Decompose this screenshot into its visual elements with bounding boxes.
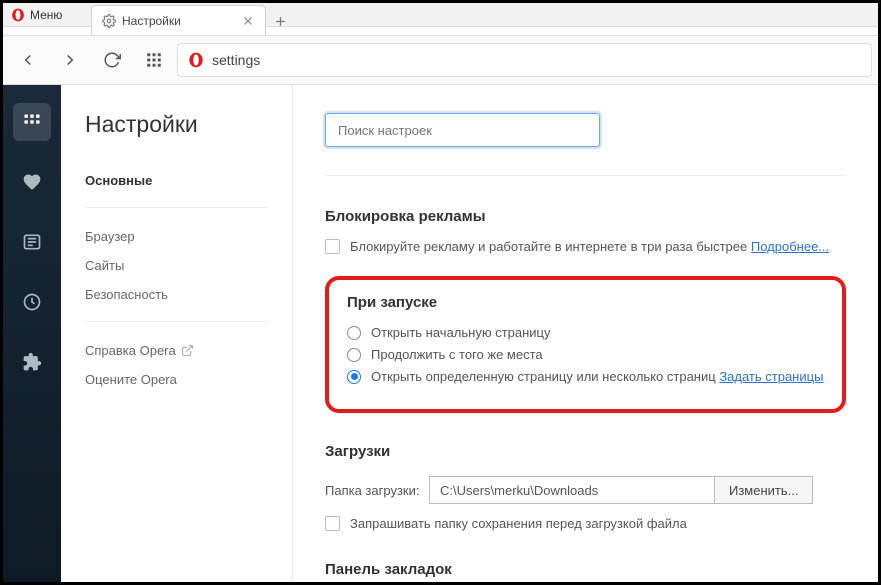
opera-menu-button[interactable]: Меню (3, 3, 70, 26)
startup-radio-home[interactable] (347, 326, 361, 340)
rail-history[interactable] (13, 283, 51, 321)
menu-label: Меню (30, 8, 62, 22)
close-icon[interactable] (241, 14, 255, 28)
download-folder-input[interactable] (429, 476, 714, 504)
new-tab-button[interactable] (266, 7, 294, 35)
gear-icon (102, 14, 116, 28)
section-startup-title: При запуске (347, 294, 824, 311)
download-folder-label: Папка загрузки: (325, 483, 429, 498)
startup-section-highlight: При запуске Открыть начальную страницу П… (325, 276, 846, 413)
download-ask-label: Запрашивать папку сохранения перед загру… (350, 516, 687, 531)
section-ad-block-title: Блокировка рекламы (325, 208, 846, 225)
opera-icon (11, 8, 25, 22)
address-bar[interactable]: settings (177, 43, 872, 77)
sidebar-item-basic[interactable]: Основные (85, 166, 268, 195)
rail-extensions[interactable] (13, 343, 51, 381)
download-folder-change-button[interactable]: Изменить... (714, 476, 813, 504)
divider (325, 175, 846, 176)
tab-strip: Настройки (91, 3, 294, 35)
rail-speed-dial[interactable] (13, 103, 51, 141)
adblock-learn-more-link[interactable]: Подробнее... (751, 239, 829, 254)
opera-icon (188, 52, 204, 68)
startup-radio-continue-label: Продолжить с того же места (371, 347, 543, 362)
sidebar-item-browser[interactable]: Браузер (85, 222, 268, 251)
rail-bookmarks[interactable] (13, 163, 51, 201)
startup-radio-continue[interactable] (347, 348, 361, 362)
sidebar-item-help[interactable]: Справка Opera (85, 336, 268, 365)
speed-dial-button[interactable] (135, 41, 173, 79)
rail-news[interactable] (13, 223, 51, 261)
settings-search-input[interactable] (325, 113, 600, 147)
adblock-checkbox[interactable] (325, 239, 340, 254)
help-label: Справка Opera (85, 343, 176, 358)
startup-set-pages-link[interactable]: Задать страницы (719, 369, 823, 384)
sidebar-item-security[interactable]: Безопасность (85, 280, 268, 309)
sidebar-item-rate[interactable]: Оцените Opera (85, 365, 268, 394)
forward-button[interactable] (51, 41, 89, 79)
startup-radio-home-label: Открыть начальную страницу (371, 325, 551, 340)
startup-radio-specific[interactable] (347, 370, 361, 384)
nav-toolbar: settings (3, 35, 878, 85)
tab-title: Настройки (122, 14, 235, 28)
reload-button[interactable] (93, 41, 131, 79)
settings-sidebar: Настройки Основные Браузер Сайты Безопас… (61, 85, 293, 582)
external-link-icon (181, 344, 194, 357)
back-button[interactable] (9, 41, 47, 79)
section-downloads-title: Загрузки (325, 443, 846, 460)
section-bookmarks-title: Панель закладок (325, 561, 846, 578)
sidebar-icon-rail (3, 85, 61, 582)
tab-settings[interactable]: Настройки (91, 5, 266, 35)
settings-main-panel: Блокировка рекламы Блокируйте рекламу и … (293, 85, 878, 582)
download-ask-checkbox[interactable] (325, 516, 340, 531)
startup-radio-specific-label: Открыть определенную страницу или нескол… (371, 369, 823, 384)
divider (85, 207, 268, 208)
adblock-label: Блокируйте рекламу и работайте в интерне… (350, 239, 829, 254)
sidebar-item-sites[interactable]: Сайты (85, 251, 268, 280)
divider (85, 321, 268, 322)
address-text: settings (212, 52, 260, 68)
settings-title: Настройки (85, 111, 268, 138)
